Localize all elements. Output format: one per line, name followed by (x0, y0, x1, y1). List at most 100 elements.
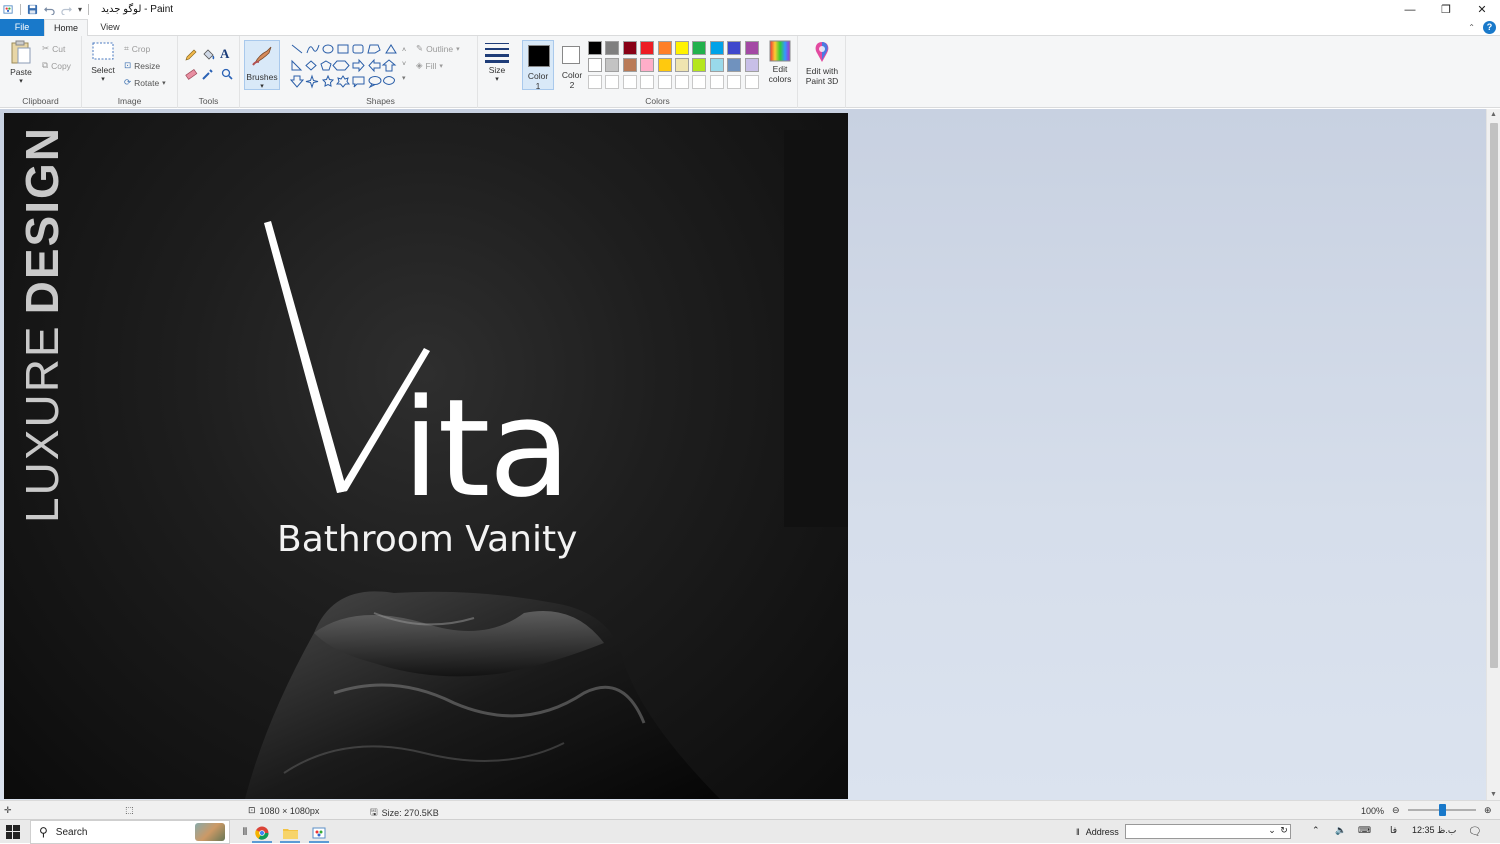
size-button[interactable]: Size ▾ (482, 39, 512, 83)
pencil-icon[interactable] (184, 48, 198, 62)
keyboard-icon[interactable]: ⌨ (1358, 825, 1371, 836)
language-indicator[interactable]: فا (1390, 825, 1397, 836)
text-tool-icon[interactable]: A (220, 46, 234, 61)
edit-with-paint3d-button[interactable]: Edit with Paint 3D (798, 40, 846, 86)
fill-bucket-icon[interactable] (201, 48, 215, 62)
color2-button[interactable]: Color 2 (556, 40, 588, 90)
scroll-up-icon[interactable]: ▲ (1490, 111, 1497, 118)
minimize-button[interactable]: — (1392, 0, 1428, 19)
redo-icon[interactable] (61, 4, 72, 15)
selection-size: ⬚ (125, 805, 134, 816)
edit-colors-button[interactable]: Edit colors (762, 40, 798, 90)
palette-swatch[interactable] (675, 75, 689, 89)
collapse-ribbon-icon[interactable]: ⌃ (1468, 23, 1475, 32)
rotate-dropdown-icon[interactable]: ▾ (162, 79, 166, 87)
palette-swatch[interactable] (709, 58, 724, 72)
save-icon[interactable] (27, 4, 38, 15)
shapes-scroll[interactable]: ˄ ˅ ▾ (402, 44, 406, 86)
palette-swatch[interactable] (692, 58, 707, 72)
palette-swatch[interactable] (709, 75, 724, 89)
color1-button[interactable]: Color 1 (522, 40, 554, 91)
eraser-icon[interactable] (184, 67, 198, 81)
address-input[interactable]: ⌄ ↻ (1124, 824, 1291, 839)
windows-start-icon[interactable] (6, 825, 20, 839)
address-go-icon[interactable]: ↻ (1280, 825, 1288, 836)
shapes-gallery[interactable] (290, 42, 408, 90)
magnifier-icon[interactable] (220, 67, 234, 81)
restore-button[interactable]: ❐ (1428, 0, 1464, 19)
tab-file[interactable]: File (0, 19, 44, 36)
palette-swatch[interactable] (692, 75, 707, 89)
select-label: Select (91, 65, 115, 75)
palette-swatch[interactable] (675, 41, 689, 55)
palette-swatch[interactable] (727, 41, 742, 55)
brushes-button[interactable]: Brushes ▾ (244, 40, 280, 90)
rotate-button[interactable]: ⟳ Rotate ▾ (124, 77, 166, 88)
crop-button[interactable]: ⌗ Crop (124, 43, 150, 54)
show-hidden-icons[interactable]: ⌃ (1312, 825, 1320, 836)
color-picker-icon[interactable] (201, 67, 215, 81)
palette-swatch[interactable] (744, 75, 759, 89)
ribbon-tabs: File Home View ⌃ ? (0, 19, 1500, 37)
palette-swatch[interactable] (588, 75, 602, 89)
zoom-in-icon[interactable]: ⊕ (1484, 805, 1492, 816)
zoom-slider-knob[interactable] (1439, 804, 1446, 816)
palette-swatch[interactable] (605, 58, 620, 72)
palette-swatch[interactable] (605, 75, 620, 89)
tab-view[interactable]: View (88, 19, 132, 36)
zoom-out-icon[interactable]: ⊖ (1392, 805, 1400, 816)
clock[interactable]: 12:35 ب.ظ (1412, 825, 1456, 836)
palette-swatch[interactable] (622, 41, 637, 55)
volume-icon[interactable]: 🔈 (1335, 825, 1346, 836)
file-explorer-icon[interactable] (277, 822, 303, 843)
size-dropdown-icon[interactable]: ▾ (482, 75, 512, 83)
palette-swatch[interactable] (657, 75, 672, 89)
undo-icon[interactable] (44, 4, 55, 15)
tab-home[interactable]: Home (44, 19, 88, 37)
palette-swatch[interactable] (657, 58, 672, 72)
palette-swatch[interactable] (727, 58, 742, 72)
chrome-icon[interactable] (249, 822, 275, 843)
notification-icon[interactable]: 🗨 (1468, 825, 1482, 838)
scrollbar-thumb[interactable] (1490, 123, 1498, 668)
address-dropdown-icon[interactable]: ⌄ (1268, 825, 1276, 836)
window-title: لوگو جدید - Paint (101, 4, 174, 15)
select-button[interactable]: Select ▾ (88, 39, 118, 83)
palette-swatch[interactable] (744, 58, 759, 72)
paint-taskbar-icon[interactable] (306, 822, 332, 843)
size-group: Size ▾ (478, 36, 516, 108)
palette-swatch[interactable] (709, 41, 724, 55)
paste-dropdown-icon[interactable]: ▾ (6, 77, 36, 85)
crosshair-icon: ✛ (4, 805, 12, 815)
palette-swatch[interactable] (675, 58, 689, 72)
vertical-scrollbar[interactable]: ▲ ▼ (1486, 109, 1500, 800)
brushes-dropdown-icon[interactable]: ▾ (245, 82, 279, 90)
cut-button[interactable]: ✂ Cut (42, 43, 65, 54)
close-button[interactable]: ✕ (1464, 0, 1500, 19)
palette-swatch[interactable] (640, 41, 655, 55)
palette-swatch[interactable] (744, 41, 759, 55)
copy-button[interactable]: ⧉ Copy (42, 60, 71, 71)
palette-swatch[interactable] (588, 58, 602, 72)
tools-label: Tools (198, 96, 219, 106)
customize-qat-icon[interactable]: ▾ (78, 5, 82, 14)
palette-swatch[interactable] (640, 58, 655, 72)
palette-swatch[interactable] (657, 41, 672, 55)
palette-swatch[interactable] (640, 75, 655, 89)
palette-swatch[interactable] (622, 58, 637, 72)
palette-swatch[interactable] (588, 41, 602, 55)
scroll-down-icon[interactable]: ▼ (1490, 791, 1497, 798)
palette-swatch[interactable] (622, 75, 637, 89)
paste-button[interactable]: Paste ▾ (6, 39, 36, 85)
resize-button[interactable]: ⊡ Resize (124, 60, 160, 71)
select-dropdown-icon[interactable]: ▾ (88, 75, 118, 83)
drawing-canvas[interactable]: LUXURE DESIGN ita V Bathroom Vanity (4, 113, 848, 799)
fill-button[interactable]: ◈ Fill ▾ (416, 60, 443, 71)
palette-swatch[interactable] (605, 41, 620, 55)
outline-button[interactable]: ✎ Outline ▾ (416, 43, 460, 54)
palette-swatch[interactable] (692, 41, 707, 55)
help-icon[interactable]: ? (1483, 21, 1496, 34)
taskbar-search[interactable]: ⚲ Search (30, 820, 230, 844)
close-icon: ✕ (1477, 4, 1487, 16)
palette-swatch[interactable] (727, 75, 742, 89)
